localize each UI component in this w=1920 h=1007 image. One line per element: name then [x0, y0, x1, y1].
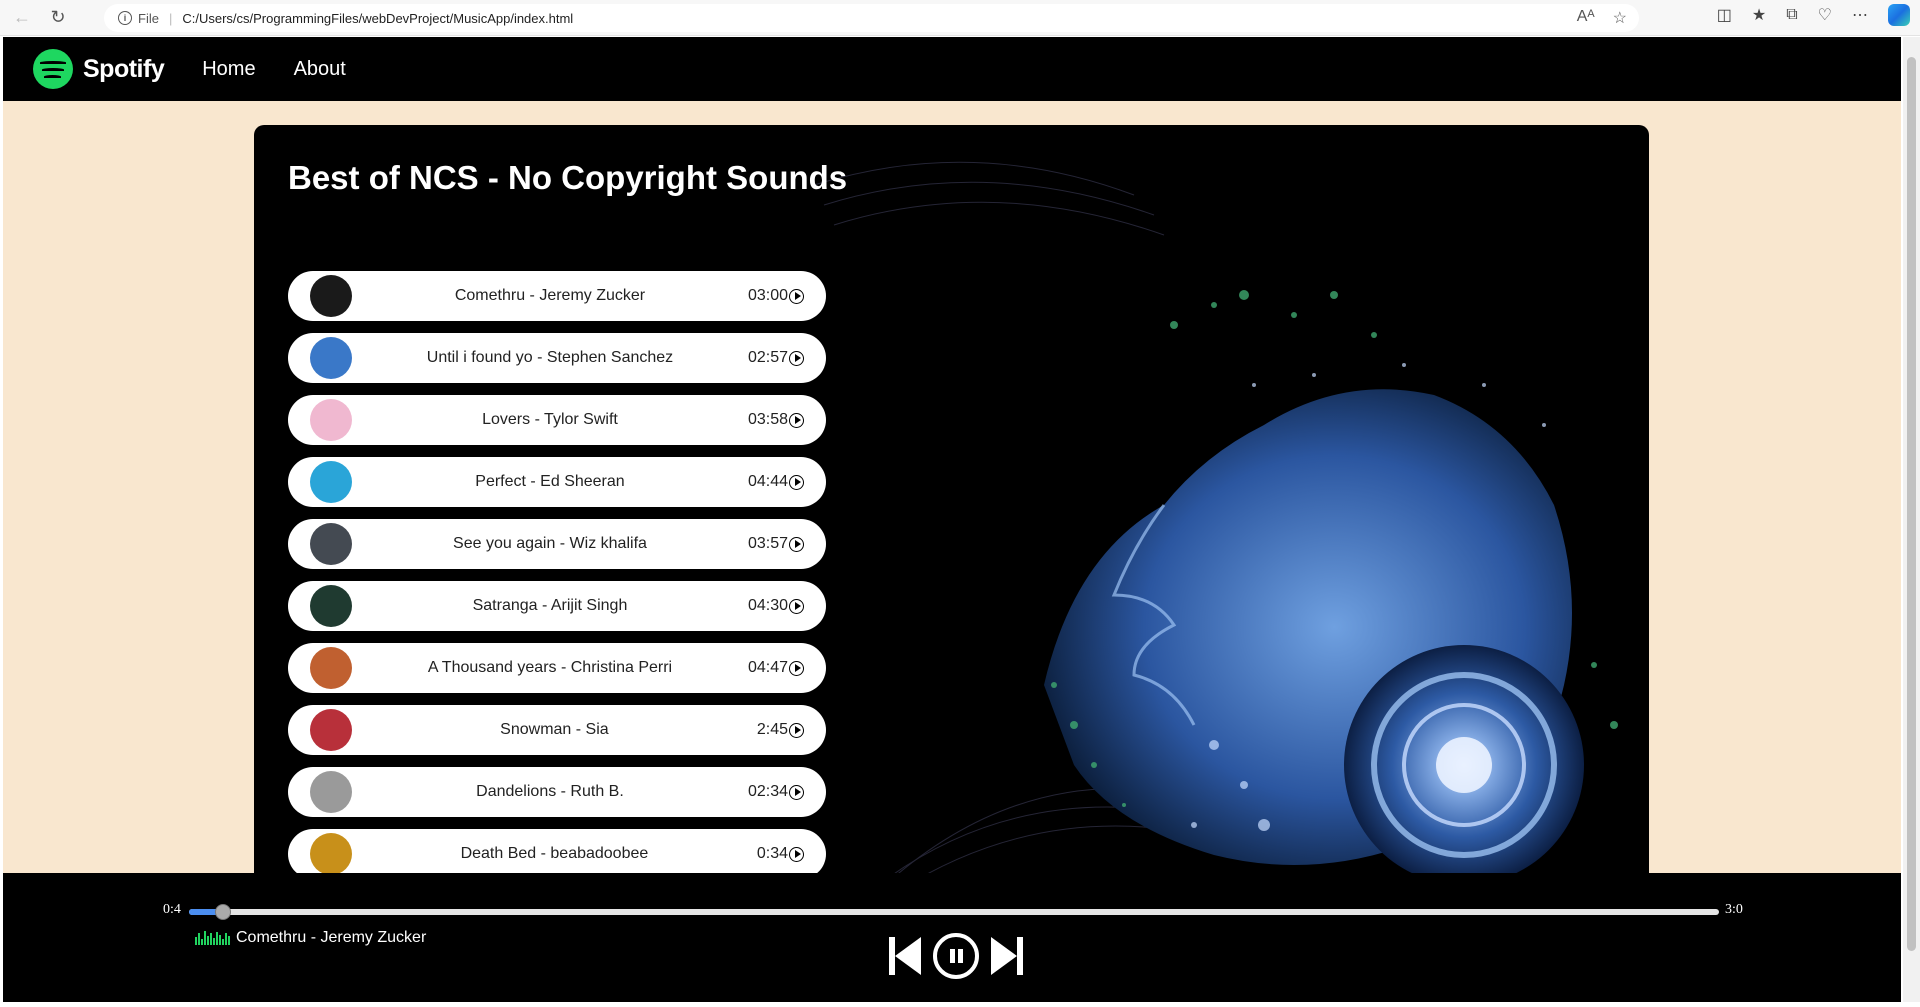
song-item[interactable]: A Thousand years - Christina Perri 04:47 [288, 643, 826, 693]
file-label: File [138, 10, 159, 26]
song-duration: 04:44 [748, 473, 804, 491]
album-cover [310, 833, 352, 875]
song-duration: 2:45 [757, 721, 804, 739]
album-cover [310, 585, 352, 627]
next-track-icon[interactable] [989, 933, 1025, 979]
song-name: A Thousand years - Christina Perri [427, 659, 673, 676]
browser-essentials-icon[interactable]: ♡ [1818, 5, 1832, 25]
address-actions: Aᴬ ☆ [1577, 8, 1627, 28]
player-bar: 0:4 3:0 Comethru - Jeremy Zucker [3, 873, 1901, 1002]
browser-toolbar: ← ↻ i File | C:/Users/cs/ProgrammingFile… [0, 0, 1920, 36]
song-item[interactable]: See you again - Wiz khalifa 03:57 [288, 519, 826, 569]
logo[interactable]: Spotify [33, 49, 165, 89]
song-item[interactable]: Until i found yo - Stephen Sanchez 02:57 [288, 333, 826, 383]
song-duration: 03:57 [748, 535, 804, 553]
song-item[interactable]: Dandelions - Ruth B. 02:34 [288, 767, 826, 817]
song-name: Comethru - Jeremy Zucker [454, 287, 646, 304]
page-scrollbar[interactable] [1903, 37, 1920, 1002]
play-circle-icon[interactable] [789, 846, 804, 862]
split-screen-icon[interactable]: ◫ [1717, 5, 1732, 25]
song-name: Until i found yo - Stephen Sanchez [426, 349, 674, 366]
info-icon[interactable]: i [118, 11, 132, 25]
spotify-logo-icon [33, 49, 73, 89]
nav-link-home[interactable]: Home [202, 58, 255, 81]
play-circle-icon[interactable] [789, 350, 804, 366]
song-duration: 02:34 [748, 783, 804, 801]
play-circle-icon[interactable] [789, 722, 804, 738]
song-item[interactable]: Death Bed - beabadoobee 0:34 [288, 829, 826, 879]
refresh-icon[interactable]: ↻ [44, 4, 72, 32]
song-name: Death Bed - beabadoobee [460, 845, 649, 862]
brand-name: Spotify [83, 54, 165, 83]
copilot-icon[interactable] [1888, 4, 1910, 26]
favorites-icon[interactable]: ★ [1752, 5, 1766, 25]
browser-toolbar-icons: ◫ ★ ⧉ ♡ ⋯ [1717, 4, 1910, 26]
more-options-icon[interactable]: ⋯ [1852, 5, 1868, 25]
song-name: See you again - Wiz khalifa [453, 535, 647, 552]
song-name: Lovers - Tylor Swift [482, 411, 618, 428]
song-duration: 03:58 [748, 411, 804, 429]
playlist-container: Best of NCS - No Copyright Sounds Cometh… [254, 125, 1649, 915]
favorite-star-icon[interactable]: ☆ [1613, 8, 1627, 28]
play-circle-icon[interactable] [789, 660, 804, 676]
progress-thumb[interactable] [214, 904, 231, 920]
album-cover [310, 337, 352, 379]
progress-slider[interactable] [189, 904, 1719, 920]
album-cover [310, 647, 352, 689]
song-duration: 03:00 [748, 287, 804, 305]
read-aloud-icon[interactable]: Aᴬ [1577, 8, 1595, 28]
page-title: Best of NCS - No Copyright Sounds [288, 159, 848, 196]
now-playing-title: Comethru - Jeremy Zucker [236, 929, 427, 946]
nav-link-about[interactable]: About [294, 58, 346, 81]
song-item[interactable]: Satranga - Arijit Singh 04:30 [288, 581, 826, 631]
play-circle-icon[interactable] [789, 412, 804, 428]
album-cover [310, 399, 352, 441]
collections-icon[interactable]: ⧉ [1786, 6, 1797, 24]
now-playing: Comethru - Jeremy Zucker [195, 929, 426, 947]
play-circle-icon[interactable] [789, 598, 804, 614]
scrollbar-thumb[interactable] [1907, 57, 1916, 951]
album-cover [310, 461, 352, 503]
album-cover [310, 709, 352, 751]
song-item[interactable]: Comethru - Jeremy Zucker 03:00 [288, 271, 826, 321]
back-icon[interactable]: ← [8, 4, 36, 32]
song-name: Dandelions - Ruth B. [476, 783, 624, 800]
navbar: Spotify Home About [3, 37, 1901, 101]
song-item[interactable]: Perfect - Ed Sheeran 04:44 [288, 457, 826, 507]
song-item[interactable]: Snowman - Sia 2:45 [288, 705, 826, 755]
song-duration: 04:47 [748, 659, 804, 677]
address-separator: | [168, 10, 173, 26]
song-list: Comethru - Jeremy Zucker 03:00 Until i f… [288, 271, 826, 891]
song-duration: 0:34 [757, 845, 804, 863]
play-circle-icon[interactable] [789, 474, 804, 490]
equalizer-icon [195, 931, 230, 945]
previous-track-icon[interactable] [887, 933, 923, 979]
song-item[interactable]: Lovers - Tylor Swift 03:58 [288, 395, 826, 445]
current-time: 0:4 [163, 902, 181, 917]
play-circle-icon[interactable] [789, 288, 804, 304]
play-circle-icon[interactable] [789, 536, 804, 552]
pause-circle-icon[interactable] [933, 933, 979, 979]
album-cover [310, 771, 352, 813]
page-viewport: Spotify Home About Best of NCS - No Copy… [3, 37, 1901, 1002]
album-cover [310, 275, 352, 317]
album-cover [310, 523, 352, 565]
song-name: Perfect - Ed Sheeran [475, 473, 625, 490]
song-duration: 04:30 [748, 597, 804, 615]
song-name: Satranga - Arijit Singh [472, 597, 628, 614]
playback-controls [887, 933, 1025, 979]
total-time: 3:0 [1725, 902, 1743, 917]
address-bar[interactable]: i File | C:/Users/cs/ProgrammingFiles/we… [104, 4, 1639, 32]
song-name: Snowman - Sia [500, 721, 609, 738]
song-duration: 02:57 [748, 349, 804, 367]
url-text[interactable]: C:/Users/cs/ProgrammingFiles/webDevProje… [182, 11, 573, 26]
play-circle-icon[interactable] [789, 784, 804, 800]
